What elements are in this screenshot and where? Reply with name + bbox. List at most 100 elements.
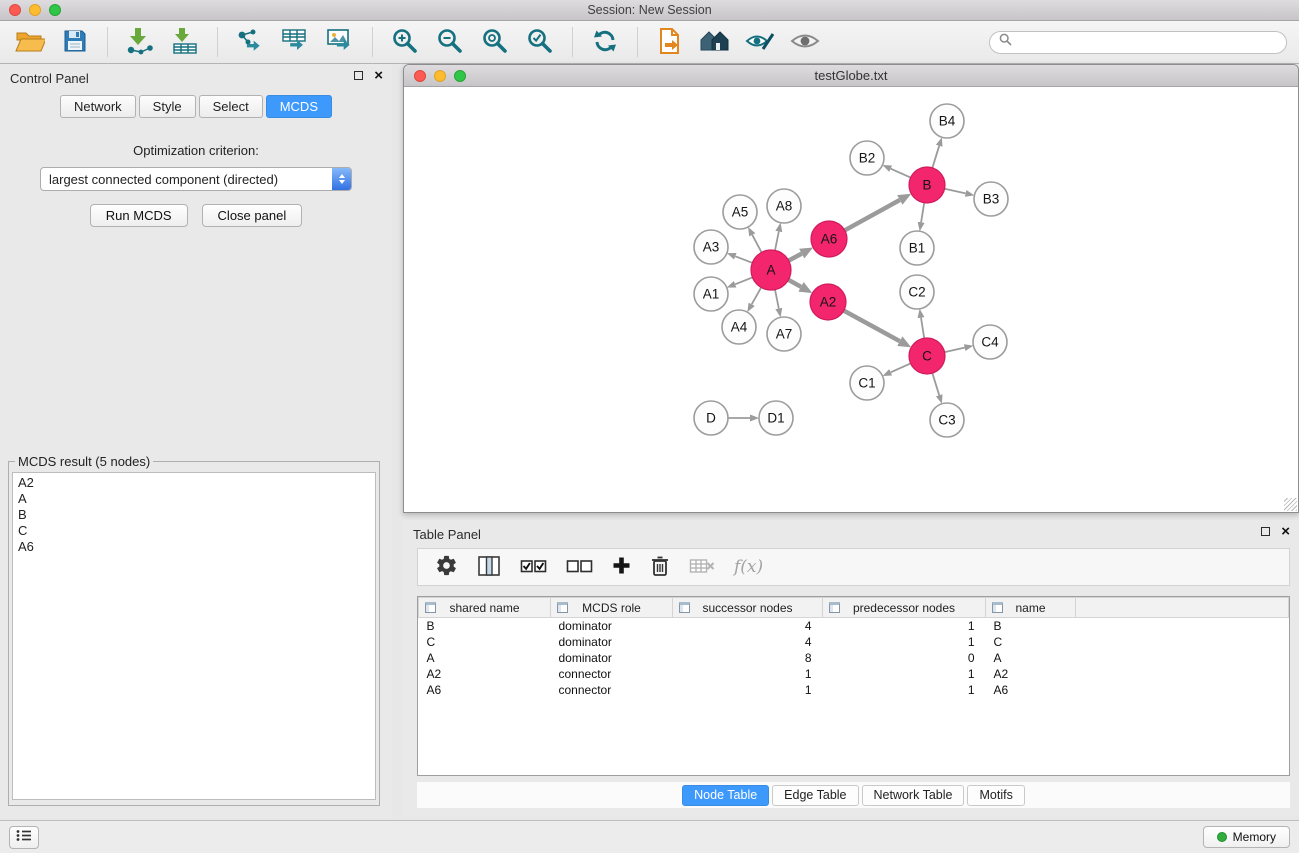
table-cell[interactable]: 4 [673, 634, 823, 650]
table-cell[interactable]: B [419, 618, 551, 635]
table-cell[interactable]: A [986, 650, 1076, 666]
table-cell[interactable]: 1 [823, 682, 986, 698]
result-item[interactable]: A2 [18, 475, 370, 491]
memory-button[interactable]: Memory [1203, 826, 1290, 848]
network-node-A4[interactable]: A4 [722, 310, 756, 344]
network-edge-B-B1[interactable] [921, 203, 924, 223]
table-row[interactable]: Bdominator41B [419, 618, 1289, 635]
table-row[interactable]: Cdominator41C [419, 634, 1289, 650]
network-node-B2[interactable]: B2 [850, 141, 884, 175]
table-cell[interactable]: C [419, 634, 551, 650]
table-cell[interactable]: 0 [823, 650, 986, 666]
apply-layout-button[interactable] [587, 24, 623, 60]
table-cell[interactable]: 1 [673, 666, 823, 682]
tab-select[interactable]: Select [199, 95, 263, 118]
table-cell[interactable]: 8 [673, 650, 823, 666]
network-edge-A-A8[interactable] [775, 232, 779, 251]
network-edge-C-C3[interactable] [932, 373, 939, 395]
import-network-button[interactable] [122, 24, 158, 60]
table-row[interactable]: A2connector11A2 [419, 666, 1289, 682]
network-node-A2[interactable]: A2 [810, 284, 846, 320]
column-header-successor-nodes[interactable]: successor nodes [673, 598, 823, 618]
network-edge-A-A7[interactable] [775, 290, 779, 309]
delete-table-button[interactable] [689, 552, 715, 582]
network-view[interactable]: B4B2BB3A5A8A6A3B1AC2A1A2A4A7C4CC1DD1C3 [404, 87, 1298, 512]
table-cell[interactable]: dominator [551, 634, 673, 650]
network-edge-A6-B[interactable] [845, 200, 900, 230]
criterion-dropdown[interactable]: largest connected component (directed) [40, 167, 352, 191]
network-edge-C-C2[interactable] [921, 318, 924, 339]
network-edge-B-B4[interactable] [932, 146, 939, 168]
tab-node-table[interactable]: Node Table [682, 785, 769, 806]
close-button[interactable] [9, 4, 21, 16]
table-cell[interactable]: 1 [823, 618, 986, 635]
table-cell[interactable]: dominator [551, 650, 673, 666]
network-node-A7[interactable]: A7 [767, 317, 801, 351]
table-cell[interactable]: 1 [673, 682, 823, 698]
network-node-C2[interactable]: C2 [900, 275, 934, 309]
table-cell[interactable]: dominator [551, 618, 673, 635]
table-cell[interactable]: A6 [986, 682, 1076, 698]
network-node-B1[interactable]: B1 [900, 231, 934, 265]
result-item[interactable]: A6 [18, 539, 370, 555]
search-input[interactable] [1017, 35, 1277, 50]
show-column-button[interactable] [477, 552, 501, 582]
deselect-rows-button[interactable] [566, 552, 593, 582]
open-session-button[interactable] [12, 24, 48, 60]
table-cell[interactable]: C [986, 634, 1076, 650]
close-table-panel-icon[interactable]: × [1281, 526, 1290, 537]
open-file-button[interactable] [652, 24, 688, 60]
tab-network[interactable]: Network [60, 95, 136, 118]
import-table-button[interactable] [167, 24, 203, 60]
result-item[interactable]: B [18, 507, 370, 523]
tab-mcds[interactable]: MCDS [266, 95, 332, 118]
network-node-B[interactable]: B [909, 167, 945, 203]
table-cell[interactable]: A6 [419, 682, 551, 698]
network-node-A[interactable]: A [751, 250, 791, 290]
network-edge-A-A5[interactable] [752, 235, 761, 253]
column-header-name[interactable]: name [986, 598, 1076, 618]
tab-style[interactable]: Style [139, 95, 196, 118]
network-close-button[interactable] [414, 70, 426, 82]
network-edge-B-B2[interactable] [891, 169, 911, 178]
network-node-D[interactable]: D [694, 401, 728, 435]
delete-column-button[interactable] [650, 552, 670, 582]
network-node-B4[interactable]: B4 [930, 104, 964, 138]
column-header-shared-name[interactable]: shared name [419, 598, 551, 618]
home-button[interactable] [697, 24, 733, 60]
graphics-details-button[interactable] [742, 24, 778, 60]
table-cell[interactable]: connector [551, 666, 673, 682]
result-item[interactable]: C [18, 523, 370, 539]
table-cell[interactable]: connector [551, 682, 673, 698]
tab-motifs[interactable]: Motifs [967, 785, 1024, 806]
minimize-button[interactable] [29, 4, 41, 16]
network-edge-A-A1[interactable] [735, 277, 752, 284]
close-panel-icon[interactable]: × [374, 70, 383, 81]
zoom-in-button[interactable] [387, 24, 423, 60]
zoom-fit-button[interactable] [477, 24, 513, 60]
zoom-button[interactable] [49, 4, 61, 16]
network-node-A1[interactable]: A1 [694, 277, 728, 311]
network-edge-B-B3[interactable] [945, 189, 966, 194]
table-row[interactable]: A6connector11A6 [419, 682, 1289, 698]
table-row[interactable]: Adominator80A [419, 650, 1289, 666]
export-image-button[interactable] [322, 24, 358, 60]
table-cell[interactable]: B [986, 618, 1076, 635]
network-node-C[interactable]: C [909, 338, 945, 374]
column-header-predecessor-nodes[interactable]: predecessor nodes [823, 598, 986, 618]
save-session-button[interactable] [57, 24, 93, 60]
table-cell[interactable]: 1 [823, 634, 986, 650]
column-header-MCDS-role[interactable]: MCDS role [551, 598, 673, 618]
table-cell[interactable]: A2 [419, 666, 551, 682]
tab-edge-table[interactable]: Edge Table [772, 785, 858, 806]
table-cell[interactable]: 1 [823, 666, 986, 682]
network-node-D1[interactable]: D1 [759, 401, 793, 435]
select-all-rows-button[interactable] [520, 552, 547, 582]
network-node-C3[interactable]: C3 [930, 403, 964, 437]
network-node-C4[interactable]: C4 [973, 325, 1007, 359]
export-table-button[interactable] [277, 24, 313, 60]
table-mode-button[interactable] [435, 552, 458, 582]
network-node-C1[interactable]: C1 [850, 366, 884, 400]
network-minimize-button[interactable] [434, 70, 446, 82]
tab-network-table[interactable]: Network Table [862, 785, 965, 806]
